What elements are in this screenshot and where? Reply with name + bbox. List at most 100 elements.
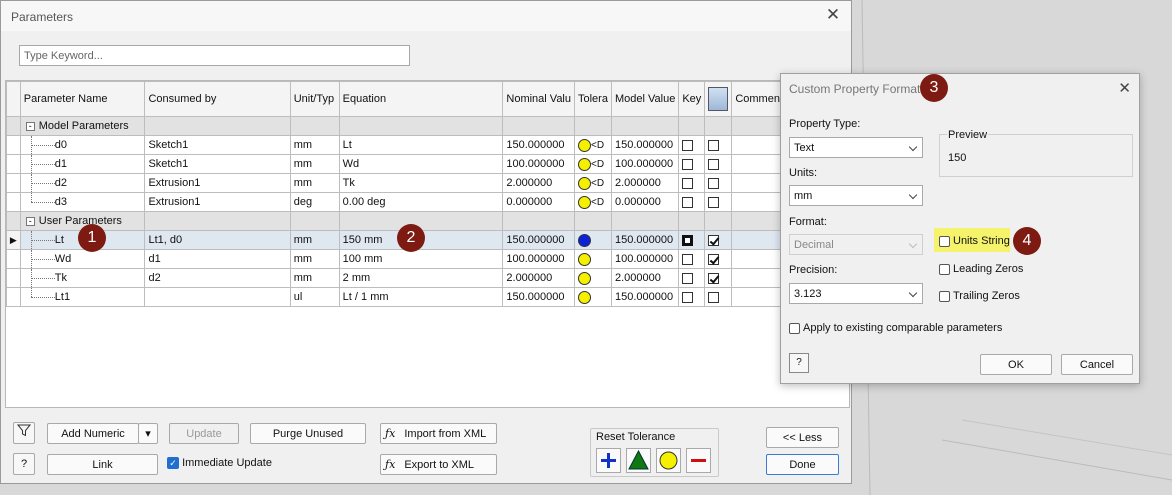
col-consumed-by[interactable]: Consumed by	[144, 81, 291, 117]
purge-unused-button[interactable]: Purge Unused	[250, 423, 366, 444]
format-select[interactable]: Decimal	[789, 234, 923, 255]
help-icon[interactable]: ?	[789, 353, 809, 373]
unit[interactable]: mm	[289, 249, 340, 269]
import-xml-button[interactable]: ƒx Import from XML	[380, 423, 497, 444]
checkbox-icon	[939, 235, 950, 247]
update-button[interactable]: Update	[169, 423, 239, 444]
nominal-tolerance-button[interactable]	[656, 448, 681, 473]
tolerance-cell[interactable]	[574, 249, 612, 269]
key-checkbox[interactable]	[682, 253, 694, 265]
apply-existing-checkbox[interactable]: Apply to existing comparable parameters	[789, 322, 1002, 334]
col-unit-type[interactable]: Unit/Typ	[289, 81, 340, 117]
key-checkbox[interactable]	[682, 177, 694, 189]
median-tolerance-button[interactable]	[626, 448, 651, 473]
add-numeric-button[interactable]: Add Numeric	[47, 423, 139, 444]
key-checkbox[interactable]	[682, 158, 694, 170]
upper-tolerance-button[interactable]	[596, 448, 621, 473]
key-checkbox[interactable]	[682, 272, 694, 284]
property-type-select[interactable]: Text	[789, 137, 923, 158]
table-row[interactable]: Wd d1 mm 100 mm 100.000000 100.000000	[6, 249, 849, 269]
tolerance-icon	[578, 157, 591, 171]
add-numeric-dropdown[interactable]: ▾	[138, 423, 158, 444]
table-row[interactable]: d1 Sketch1 mm Wd 100.000000 <D 100.00000…	[6, 154, 849, 174]
export-checkbox[interactable]	[708, 234, 720, 246]
units-string-checkbox[interactable]: Units String	[939, 235, 1010, 247]
parameter-grid: Parameter Name Consumed by Unit/Typ Equa…	[5, 80, 850, 408]
equation[interactable]: Wd	[338, 154, 504, 174]
tolerance-cell[interactable]	[574, 230, 612, 250]
unit[interactable]: mm	[289, 268, 340, 288]
tolerance-cell[interactable]	[574, 268, 612, 288]
col-model-value[interactable]: Model Value	[610, 81, 680, 117]
search-input[interactable]	[19, 45, 410, 66]
equation[interactable]: 0.00 deg	[338, 192, 504, 212]
tolerance-cell[interactable]: <D	[574, 173, 612, 193]
immediate-update-checkbox[interactable]: ✓ Immediate Update	[167, 457, 272, 470]
table-row[interactable]: d0 Sketch1 mm Lt 150.000000 <D 150.00000…	[6, 135, 849, 155]
group-model-parameters[interactable]: - Model Parameters	[19, 116, 146, 136]
col-key[interactable]: Key	[678, 81, 706, 117]
close-icon[interactable]: ✕	[1118, 79, 1131, 97]
equation[interactable]: Tk	[338, 173, 504, 193]
export-checkbox[interactable]	[708, 158, 720, 170]
less-button[interactable]: << Less	[766, 427, 839, 448]
export-checkbox[interactable]	[708, 253, 720, 265]
done-button[interactable]: Done	[766, 454, 839, 475]
tolerance-cell[interactable]	[574, 287, 612, 307]
table-row[interactable]: d2 Extrusion1 mm Tk 2.000000 <D 2.000000	[6, 173, 849, 193]
param-name: d2	[54, 177, 68, 189]
equation[interactable]: 2 mm	[338, 268, 504, 288]
table-row[interactable]: Lt1 ul Lt / 1 mm 150.000000 150.000000	[6, 287, 849, 307]
key-checkbox[interactable]	[682, 234, 694, 246]
close-icon[interactable]: ✕	[823, 6, 843, 26]
table-row[interactable]: d3 Extrusion1 deg 0.00 deg 0.000000 <D 0…	[6, 192, 849, 212]
model-value: 0.000000	[610, 192, 680, 212]
table-row[interactable]: ▶ Lt Lt1, d0 mm 150 mm 150.000000 150.00…	[6, 230, 849, 250]
consumed-by: Lt1, d0	[144, 230, 291, 250]
units-select[interactable]: mm	[789, 185, 923, 206]
tolerance-cell[interactable]: <D	[574, 135, 612, 155]
key-checkbox[interactable]	[682, 291, 694, 303]
key-checkbox[interactable]	[682, 139, 694, 151]
trailing-zeros-checkbox[interactable]: Trailing Zeros	[939, 290, 1020, 302]
leading-zeros-checkbox[interactable]: Leading Zeros	[939, 263, 1023, 275]
collapse-icon[interactable]: -	[25, 217, 35, 226]
table-row[interactable]: Tk d2 mm 2 mm 2.000000 2.000000	[6, 268, 849, 288]
export-checkbox[interactable]	[708, 177, 720, 189]
lower-tolerance-button[interactable]	[686, 448, 711, 473]
tolerance-cell[interactable]: <D	[574, 192, 612, 212]
ok-button[interactable]: OK	[980, 354, 1052, 375]
unit[interactable]: mm	[289, 230, 340, 250]
checkbox-icon	[789, 322, 800, 334]
unit[interactable]: mm	[289, 173, 340, 193]
equation[interactable]: Lt / 1 mm	[338, 287, 504, 307]
equation[interactable]: 100 mm	[338, 249, 504, 269]
unit[interactable]: mm	[289, 135, 340, 155]
link-button[interactable]: Link	[47, 454, 158, 475]
export-checkbox[interactable]	[708, 139, 720, 151]
col-tolerance[interactable]: Tolera	[574, 81, 612, 117]
tolerance-cell[interactable]: <D	[574, 154, 612, 174]
export-checkbox[interactable]	[708, 291, 720, 303]
unit[interactable]: mm	[289, 154, 340, 174]
col-equation[interactable]: Equation	[338, 81, 504, 117]
filter-icon[interactable]	[13, 422, 35, 444]
export-checkbox[interactable]	[708, 196, 720, 208]
dialog-title: Custom Property Format	[789, 82, 921, 96]
equation[interactable]: Lt	[338, 135, 504, 155]
unit[interactable]: ul	[289, 287, 340, 307]
key-checkbox[interactable]	[682, 196, 694, 208]
unit[interactable]: deg	[289, 192, 340, 212]
col-export[interactable]	[704, 81, 733, 117]
export-xml-button[interactable]: ƒx Export to XML	[380, 454, 497, 475]
cancel-button[interactable]: Cancel	[1061, 354, 1133, 375]
collapse-icon[interactable]: -	[25, 122, 35, 131]
col-parameter-name[interactable]: Parameter Name	[19, 81, 146, 117]
export-checkbox[interactable]	[708, 272, 720, 284]
precision-select[interactable]: 3.123	[789, 283, 923, 304]
group-label: Model Parameters	[38, 120, 129, 132]
col-nominal-value[interactable]: Nominal Valu	[502, 81, 575, 117]
tolerance-icon	[578, 138, 591, 152]
model-value: 100.000000	[610, 249, 680, 269]
help-icon[interactable]: ?	[13, 453, 35, 475]
